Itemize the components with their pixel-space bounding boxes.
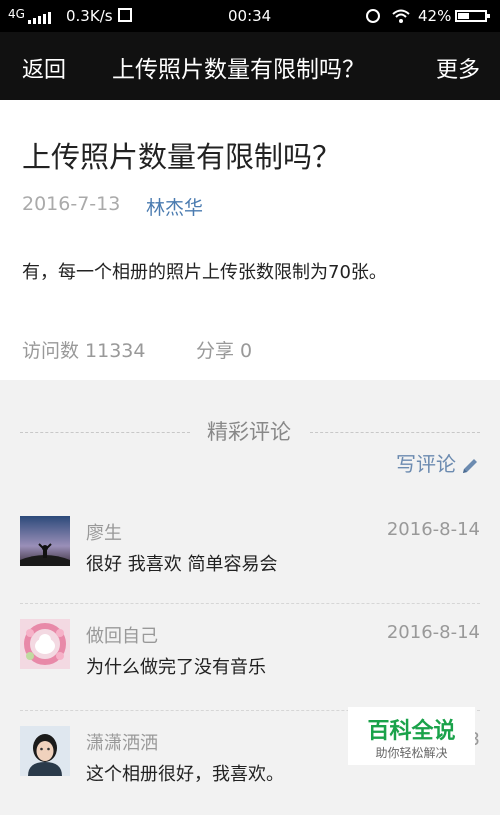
watermark-title: 百科全说: [367, 719, 456, 744]
pencil-icon: [463, 458, 477, 473]
comments-header: 精彩评论: [20, 410, 480, 450]
comment-item: 廖生 2016-8-14 很好 我喜欢 简单容易会: [0, 500, 500, 605]
commenter-name[interactable]: 做回自己: [86, 622, 158, 648]
more-button[interactable]: 更多: [436, 52, 480, 84]
nav-title: 上传照片数量有限制吗？: [112, 57, 365, 83]
battery-percent: 42%: [418, 7, 452, 25]
write-comment-button[interactable]: 写评论: [396, 448, 480, 477]
author-link[interactable]: 林杰华: [146, 193, 203, 220]
commenter-name[interactable]: 潇潇洒洒: [86, 729, 158, 755]
nav-bar: 返回 上传照片数量有限制吗？ 更多: [0, 32, 500, 100]
visit-count: 访问数 11334: [22, 340, 146, 362]
avatar[interactable]: [20, 516, 70, 566]
comment-item: 做回自己 2016-8-14 为什么做完了没有音乐: [0, 603, 500, 708]
comment-date: 2016-8-14: [386, 519, 480, 540]
divider: [310, 432, 480, 433]
comment-text: 很好 我喜欢 简单容易会: [86, 554, 278, 575]
write-comment-label: 写评论: [396, 452, 456, 476]
watermark-subtitle: 助你轻松解决: [375, 746, 448, 760]
divider: [20, 432, 190, 433]
battery-level: [458, 13, 469, 19]
battery-icon: [455, 10, 490, 22]
clock: 00:34: [228, 7, 272, 25]
wifi-icon: [392, 9, 410, 23]
alarm-icon: [366, 9, 380, 23]
divider: [20, 603, 480, 604]
comment-date: 2016-8-14: [386, 622, 480, 643]
article-body: 有，每一个相册的照片上传张数限制为70张。: [22, 262, 387, 283]
article-title: 上传照片数量有限制吗？: [22, 140, 342, 174]
article-card: 上传照片数量有限制吗？ 2016-7-13 林杰华 有，每一个相册的照片上传张数…: [0, 100, 500, 380]
back-button[interactable]: 返回: [22, 52, 66, 84]
network-type: 4G: [8, 7, 25, 21]
screenshot-icon: [118, 8, 132, 22]
avatar[interactable]: [20, 726, 70, 776]
share-count[interactable]: 分享 0: [196, 336, 252, 363]
network-speed: 0.3K/s: [66, 7, 113, 25]
avatar[interactable]: [20, 619, 70, 669]
article-date: 2016-7-13: [22, 193, 121, 215]
status-bar: 4G 0.3K/s 00:34 42%: [0, 0, 500, 32]
comment-text: 这个相册很好，我喜欢。: [86, 764, 284, 785]
watermark-logo: 百科全说 助你轻松解决: [348, 707, 475, 765]
commenter-name[interactable]: 廖生: [86, 519, 122, 545]
comments-title: 精彩评论: [207, 420, 291, 444]
signal-icon: [28, 12, 54, 24]
comment-text: 为什么做完了没有音乐: [86, 657, 266, 678]
